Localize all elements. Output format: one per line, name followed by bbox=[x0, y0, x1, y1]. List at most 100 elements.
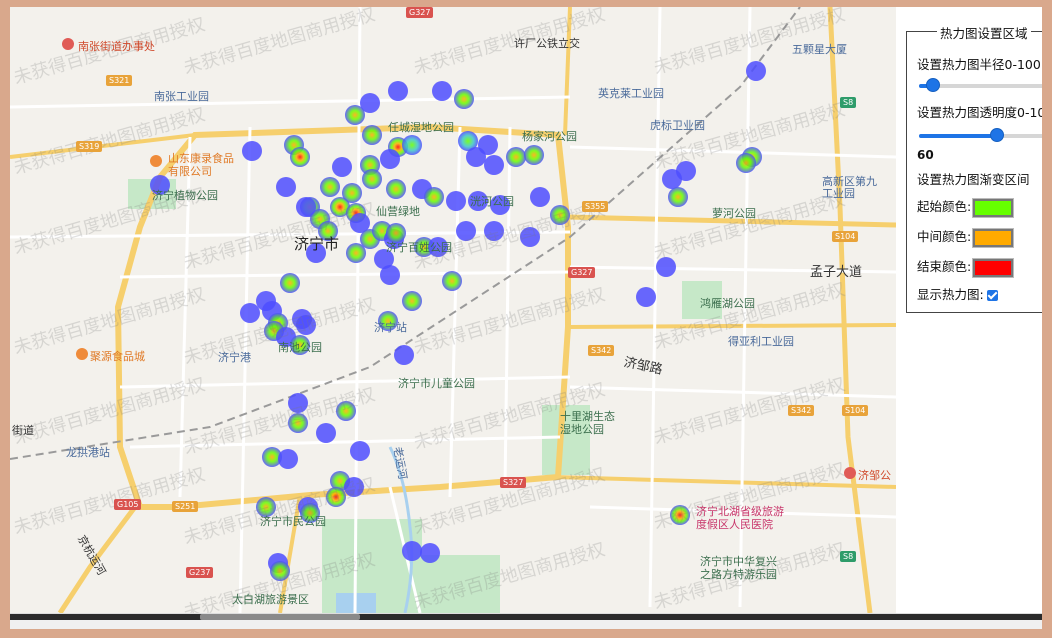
heat-point bbox=[316, 423, 336, 443]
heat-point bbox=[524, 145, 544, 165]
heat-point bbox=[676, 161, 696, 181]
heat-point bbox=[296, 197, 316, 217]
heat-point bbox=[484, 221, 504, 241]
road-shield: S327 bbox=[500, 477, 527, 488]
map-label[interactable]: 萝河公园 bbox=[712, 205, 756, 221]
road-shield: S251 bbox=[172, 501, 199, 512]
map-label[interactable]: 南池公园 bbox=[278, 339, 322, 355]
start-color-picker[interactable] bbox=[972, 197, 1015, 218]
heat-point bbox=[344, 477, 364, 497]
opacity-label: 设置热力图透明度0-100 bbox=[917, 105, 1042, 120]
map-label[interactable]: 济邹公 bbox=[858, 467, 891, 483]
map-label[interactable]: 街道 bbox=[12, 422, 34, 438]
heat-point bbox=[636, 287, 656, 307]
baidu-map[interactable]: 未获得百度地图商用授权 未获得百度地图商用授权 未获得百度地图商用授权 未获得百… bbox=[10, 7, 896, 613]
map-label[interactable]: 之路方特游乐园 bbox=[700, 566, 777, 582]
road-s342 bbox=[567, 323, 896, 329]
map-label[interactable]: 洸河公园 bbox=[470, 193, 514, 209]
end-color-picker[interactable] bbox=[972, 257, 1015, 278]
heat-point bbox=[270, 561, 290, 581]
heat-point bbox=[296, 315, 316, 335]
heat-point bbox=[332, 157, 352, 177]
map-label[interactable]: 英克莱工业园 bbox=[598, 85, 664, 101]
heat-point bbox=[362, 125, 382, 145]
map-label[interactable]: 得亚利工业园 bbox=[728, 333, 794, 349]
heat-point bbox=[456, 221, 476, 241]
map-label[interactable]: 有限公司 bbox=[168, 163, 212, 179]
poi-icon[interactable] bbox=[62, 38, 74, 50]
show-heatmap-checkbox[interactable] bbox=[986, 290, 998, 301]
map-label[interactable]: 度假区人民医院 bbox=[696, 516, 773, 532]
heat-point bbox=[442, 271, 462, 291]
heat-point bbox=[280, 273, 300, 293]
mid-color-picker[interactable] bbox=[972, 227, 1015, 248]
park-area bbox=[420, 555, 500, 613]
heat-point bbox=[736, 153, 756, 173]
opacity-slider[interactable] bbox=[919, 128, 1042, 142]
heat-point bbox=[276, 177, 296, 197]
heat-point bbox=[424, 187, 444, 207]
heat-point bbox=[402, 541, 422, 561]
map-label[interactable]: 许厂公铁立交 bbox=[514, 35, 580, 51]
map-label[interactable]: 济宁港 bbox=[218, 349, 251, 365]
heat-point bbox=[346, 243, 366, 263]
mid-color-label: 中间颜色: bbox=[917, 229, 972, 244]
heatmap-settings-panel: 热力图设置区域 设置热力图半径0-100 设置热力图透明度0-100 60 设置… bbox=[906, 23, 1042, 313]
map-label[interactable]: 五颗星大厦 bbox=[792, 41, 847, 57]
heat-point bbox=[668, 187, 688, 207]
horizontal-scrollbar[interactable] bbox=[10, 613, 1042, 629]
opacity-value: 60 bbox=[917, 148, 934, 162]
map-label[interactable]: 济宁市民公园 bbox=[260, 513, 326, 529]
radius-slider[interactable] bbox=[919, 78, 1042, 92]
road-north bbox=[563, 7, 572, 136]
map-label[interactable]: 工业园 bbox=[822, 185, 855, 201]
heat-point bbox=[394, 345, 414, 365]
map-label[interactable]: 太白湖旅游景区 bbox=[232, 591, 309, 607]
heat-point bbox=[388, 81, 408, 101]
map-label[interactable]: 鸿雁湖公园 bbox=[700, 295, 755, 311]
map-label[interactable]: 济宁站 bbox=[374, 319, 407, 335]
heat-point bbox=[326, 487, 346, 507]
road-shield: S104 bbox=[842, 405, 869, 416]
map-label[interactable]: 济宁植物公园 bbox=[152, 187, 218, 203]
start-color-row: 起始颜色: bbox=[917, 196, 1015, 218]
heat-point bbox=[454, 89, 474, 109]
road-shield: S8 bbox=[840, 551, 857, 562]
heat-point bbox=[550, 205, 570, 225]
heat-point bbox=[484, 155, 504, 175]
scrollbar-thumb[interactable] bbox=[200, 614, 360, 620]
map-label[interactable]: 湿地公园 bbox=[560, 421, 604, 437]
road-label[interactable]: 孟子大道 bbox=[810, 261, 862, 280]
heat-point bbox=[432, 81, 452, 101]
map-label[interactable]: 济宁市儿童公园 bbox=[398, 375, 475, 391]
heat-point bbox=[656, 257, 676, 277]
radius-slider-knob[interactable] bbox=[926, 78, 941, 92]
heat-point bbox=[362, 169, 382, 189]
road-shield: S342 bbox=[788, 405, 815, 416]
map-label[interactable]: 任城湿地公园 bbox=[388, 119, 454, 135]
map-label[interactable]: 聚源食品城 bbox=[90, 348, 145, 364]
map-label[interactable]: 杨家河公园 bbox=[522, 128, 577, 144]
window-frame: 未获得百度地图商用授权 未获得百度地图商用授权 未获得百度地图商用授权 未获得百… bbox=[0, 0, 1052, 638]
map-label[interactable]: 南张工业园 bbox=[154, 88, 209, 104]
map-label[interactable]: 仙营绿地 bbox=[376, 203, 420, 219]
map-label[interactable]: 龙拱港站 bbox=[66, 444, 110, 460]
heat-point bbox=[336, 401, 356, 421]
heat-point bbox=[380, 265, 400, 285]
poi-icon[interactable] bbox=[150, 155, 162, 167]
map-label[interactable]: 济宁百姓公园 bbox=[386, 239, 452, 255]
heat-point bbox=[345, 105, 365, 125]
road-shield: G237 bbox=[186, 567, 214, 578]
heat-point bbox=[386, 179, 406, 199]
heat-point bbox=[746, 61, 766, 81]
opacity-slider-knob[interactable] bbox=[990, 128, 1004, 142]
map-label[interactable]: 虎标卫业园 bbox=[650, 117, 705, 133]
mid-color-row: 中间颜色: bbox=[917, 226, 1015, 248]
poi-icon[interactable] bbox=[844, 467, 856, 479]
city-label[interactable]: 济宁市 bbox=[294, 233, 339, 254]
map-label[interactable]: 南张街道办事处 bbox=[78, 38, 155, 54]
heat-point bbox=[290, 147, 310, 167]
poi-icon[interactable] bbox=[76, 348, 88, 360]
road-shield: G327 bbox=[568, 267, 596, 278]
road-shield: S8 bbox=[840, 97, 857, 108]
